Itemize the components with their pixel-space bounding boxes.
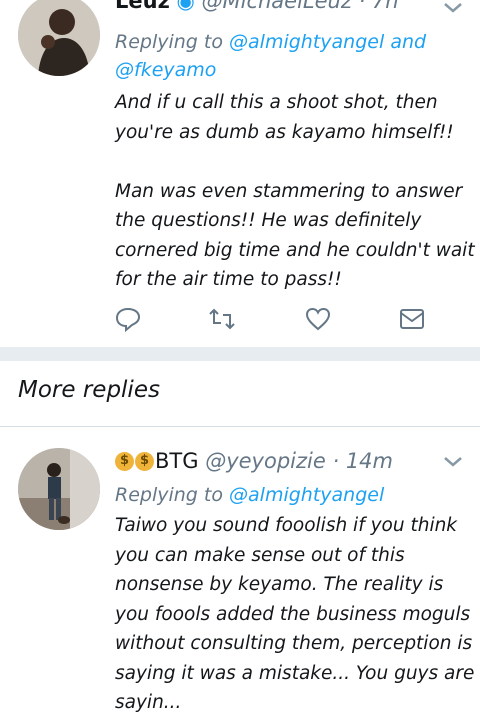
retweet-icon[interactable]	[209, 306, 235, 332]
mention-link[interactable]: @almightyangel	[229, 31, 384, 53]
reply-icon[interactable]	[115, 306, 141, 332]
timestamp[interactable]: · 7h	[359, 0, 399, 13]
tweet-header: BTG @yeyopizie · 14m	[115, 449, 393, 473]
timestamp[interactable]: · 14m	[332, 449, 393, 473]
tweet[interactable]: Leuz ◉ @MichaelLeuz · 7h Replying to @al…	[0, 0, 480, 347]
avatar[interactable]	[18, 448, 100, 530]
mention-link[interactable]: @almightyangel	[229, 484, 384, 506]
display-name[interactable]: BTG	[155, 449, 199, 473]
avatar-photo	[18, 0, 100, 76]
replying-prefix: Replying to	[115, 484, 223, 506]
message-icon[interactable]	[399, 306, 425, 332]
tweet-header: Leuz ◉ @MichaelLeuz · 7h	[115, 0, 399, 13]
replying-to: Replying to @almightyangel and @fkeyamo	[115, 28, 460, 84]
handle[interactable]: @yeyopizie	[205, 449, 326, 473]
chevron-down-icon[interactable]	[442, 0, 464, 16]
section-divider	[0, 347, 480, 361]
mention-conjunction: and	[390, 31, 427, 53]
mention-link[interactable]: @fkeyamo	[115, 59, 216, 81]
like-icon[interactable]	[305, 306, 331, 332]
avatar-photo	[18, 448, 100, 530]
section-title: More replies	[18, 377, 160, 403]
verified-badge-icon: ◉	[176, 0, 195, 13]
money-bag-icon	[135, 452, 154, 471]
tweet-text: Taiwo you sound fooolish if you think yo…	[115, 515, 480, 713]
money-bag-icon	[115, 452, 134, 471]
avatar[interactable]	[18, 0, 100, 76]
handle[interactable]: @MichaelLeuz	[202, 0, 352, 13]
display-name[interactable]: Leuz	[115, 0, 170, 13]
tweet[interactable]: BTG @yeyopizie · 14m Replying to @almigh…	[0, 427, 480, 713]
replying-to: Replying to @almightyangel	[115, 481, 460, 509]
tweet-actions	[115, 306, 435, 334]
replying-prefix: Replying to	[115, 31, 223, 53]
tweet-text: And if u call this a shoot shot, then yo…	[115, 92, 475, 290]
chevron-down-icon[interactable]	[442, 454, 464, 470]
